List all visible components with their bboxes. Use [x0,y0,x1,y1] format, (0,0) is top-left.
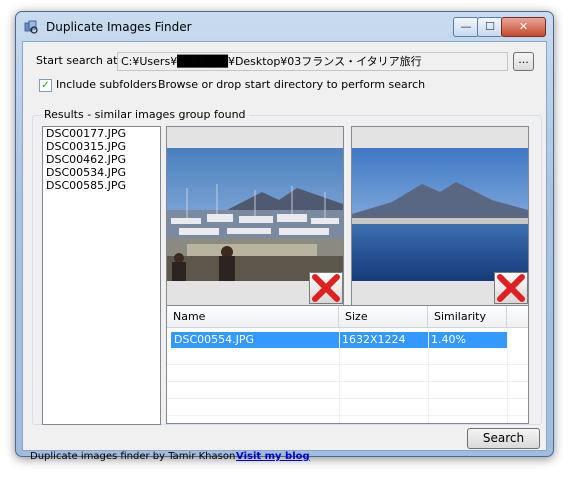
column-header-name[interactable]: Name [167,306,339,328]
grid-divider [167,415,528,416]
column-header-filler [507,306,528,328]
grid-divider [167,364,528,365]
grid-divider [167,381,528,382]
cell-similarity: 1.40% [431,333,466,346]
list-item[interactable]: DSC00315.JPG [43,140,160,153]
image-preview-left [166,126,344,306]
column-header-similarity[interactable]: Similarity [428,306,507,328]
credit-text: Duplicate images finder by Tamir Khason [30,451,236,462]
list-item[interactable]: DSC00534.JPG [43,166,160,179]
start-search-label: Start search at: [36,54,122,67]
file-list[interactable]: DSC00177.JPG DSC00315.JPG DSC00462.JPG D… [42,126,161,425]
minimize-button[interactable]: — [453,17,479,37]
client-area: Start search at: C:¥Users¥██████¥Desktop… [22,41,547,462]
window-title: Duplicate Images Finder [46,20,192,34]
harbor-photo [167,148,343,281]
grid-divider [167,398,528,399]
column-header-size[interactable]: Size [339,306,428,328]
include-subfolders-label[interactable]: Include subfolders [56,78,157,91]
close-button[interactable]: ✕ [501,17,546,37]
list-item[interactable]: DSC00177.JPG [43,127,160,140]
image-preview-right [351,126,529,306]
delete-left-button[interactable] [309,272,343,304]
similarity-grid[interactable]: Name Size Similarity DSC00554.JPG 1632X1… [166,305,529,424]
delete-right-button[interactable] [494,272,528,304]
search-hint: Browse or drop start directory to perfor… [158,78,426,91]
grid-divider [339,328,340,423]
start-path-field[interactable]: C:¥Users¥██████¥Desktop¥03フランス・イタリア旅行 [117,52,508,71]
list-item[interactable]: DSC00585.JPG [43,179,160,192]
cell-name: DSC00554.JPG [174,333,255,346]
bay-photo [352,148,528,281]
include-subfolders-checkbox[interactable]: ✓ [39,79,52,92]
app-window: Duplicate Images Finder — ☐ ✕ Start sear… [15,11,554,462]
grid-divider [507,328,508,423]
list-item[interactable]: DSC00462.JPG [43,153,160,166]
browse-button[interactable]: ... [513,52,534,71]
app-icon [24,20,38,34]
cell-size: 1632X1224 [342,333,406,346]
blog-link[interactable]: Visit my blog [236,451,310,462]
red-x-delete-icon [497,274,525,302]
title-bar[interactable]: Duplicate Images Finder — ☐ ✕ [16,12,553,42]
red-x-delete-icon [312,274,340,302]
search-button[interactable]: Search [467,428,540,449]
grid-divider [428,328,429,423]
maximize-button[interactable]: ☐ [477,17,503,37]
results-group-title: Results - similar images group found [41,108,249,121]
